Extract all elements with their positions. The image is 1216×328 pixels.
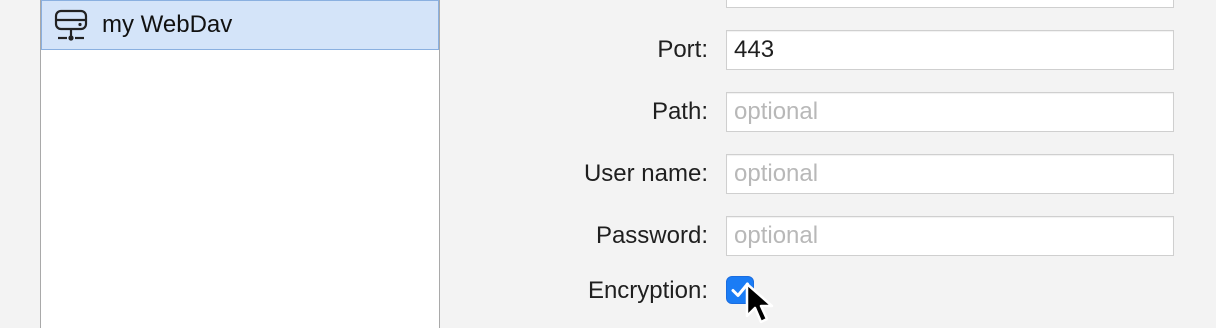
port-label: Port: (657, 36, 708, 63)
username-row: User name: (440, 154, 1216, 194)
encryption-label: Encryption: (587, 277, 708, 304)
server-list: my WebDav (40, 0, 440, 328)
network-drive-icon (52, 6, 90, 44)
path-label: Path: (651, 98, 708, 125)
password-input[interactable] (726, 216, 1174, 256)
mouse-pointer-icon (745, 282, 774, 324)
port-row: Port: (440, 30, 1216, 70)
port-input[interactable] (726, 30, 1174, 70)
password-label: Password: (595, 222, 708, 249)
path-row: Path: (440, 92, 1216, 132)
path-input[interactable] (726, 92, 1174, 132)
server-field[interactable] (726, 0, 1174, 8)
list-item-label: my WebDav (102, 11, 233, 38)
password-row: Password: (440, 216, 1216, 256)
encryption-row: Encryption: (440, 271, 1216, 311)
username-label: User name: (583, 160, 708, 187)
username-input[interactable] (726, 154, 1174, 194)
list-item-my-webdav[interactable]: my WebDav (41, 0, 439, 50)
